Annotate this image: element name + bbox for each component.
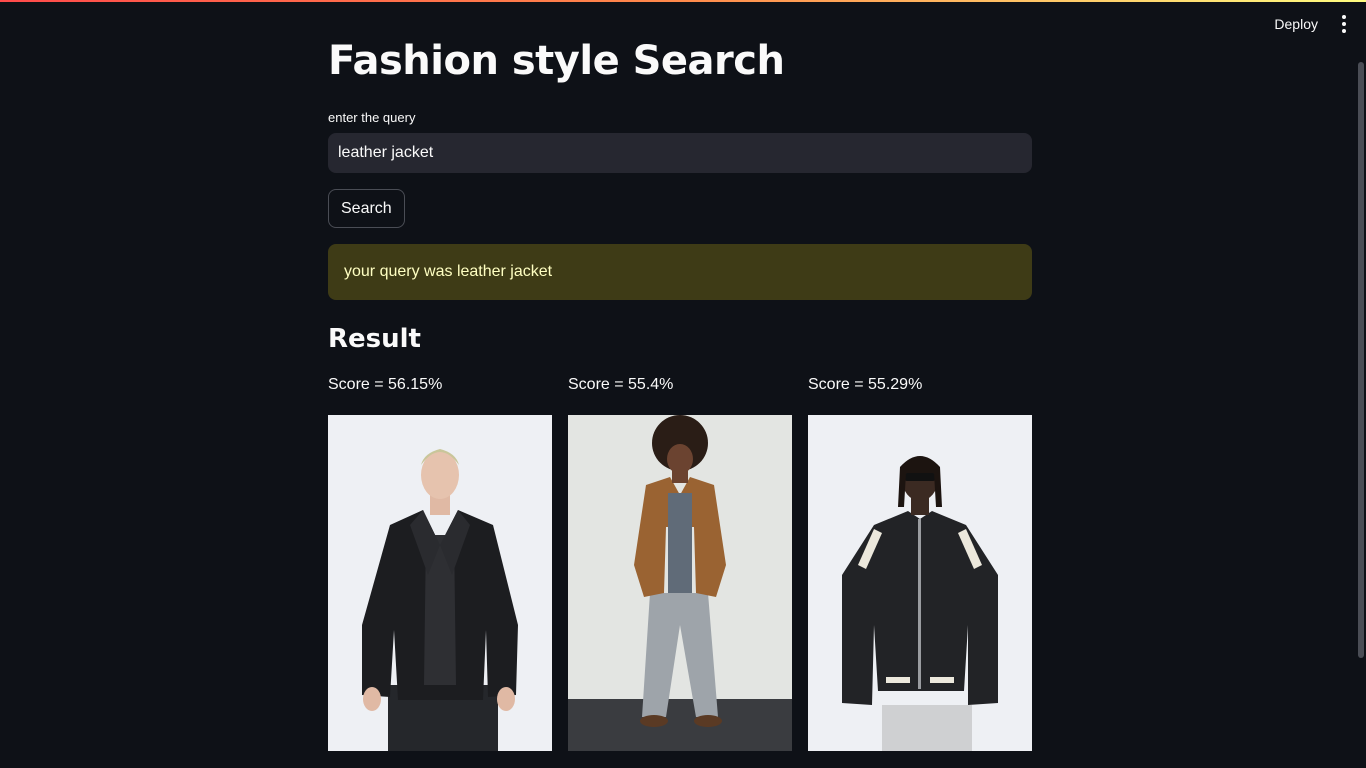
deploy-button[interactable]: Deploy [1274, 12, 1318, 36]
score-label: Score = 56.15% [328, 376, 443, 393]
vertical-dots-icon[interactable] [1336, 12, 1352, 36]
top-decoration-bar [0, 0, 1366, 2]
header-toolbar: Deploy [1274, 12, 1352, 36]
query-input[interactable] [328, 133, 1032, 173]
result-image-man-black-leather-biker-jacket[interactable] [328, 415, 552, 751]
result-image-woman-brown-suede-jacket-jeans[interactable] [568, 415, 792, 751]
page-title: Fashion style Search [328, 38, 785, 84]
result-heading: Result [328, 324, 421, 354]
search-button[interactable]: Search [328, 189, 405, 228]
score-label: Score = 55.29% [808, 376, 923, 393]
query-label: enter the query [328, 110, 416, 125]
result-card: Score = 56.15% [328, 376, 552, 751]
scrollbar[interactable] [1358, 62, 1364, 658]
result-image-man-black-leather-bomber-white-stripes[interactable] [808, 415, 1032, 751]
result-card: Score = 55.29% [808, 376, 1032, 751]
query-alert: your query was leather jacket [328, 244, 1032, 300]
score-label: Score = 55.4% [568, 376, 674, 393]
result-card: Score = 55.4% [568, 376, 792, 751]
